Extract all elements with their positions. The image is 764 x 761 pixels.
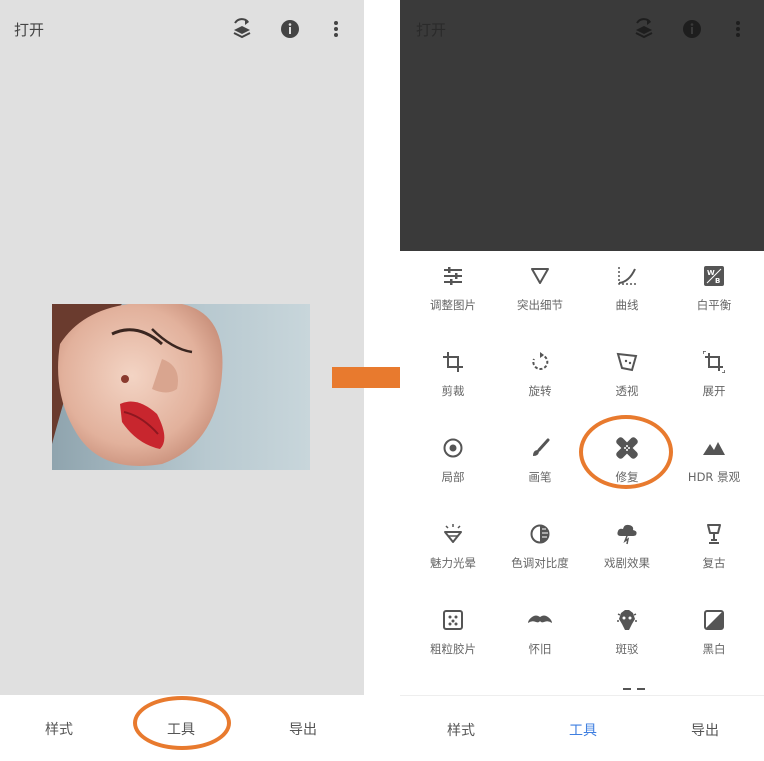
tool-white-balance[interactable]: WB 白平衡 <box>669 251 759 337</box>
info-icon[interactable] <box>277 16 303 42</box>
open-button[interactable]: 打开 <box>14 19 44 40</box>
grainy-film-icon <box>440 607 466 633</box>
tool-tonal-contrast[interactable]: 色调对比度 <box>495 509 585 595</box>
tool-label: 局部 <box>441 470 465 484</box>
tool-drama[interactable]: 戏剧效果 <box>582 509 672 595</box>
info-icon[interactable] <box>679 16 705 42</box>
tool-hdr-scape[interactable]: HDR 景观 <box>669 423 759 509</box>
tool-black-white[interactable]: 黑白 <box>669 595 759 681</box>
tool-grainy-film[interactable]: 粗粒胶片 <box>408 595 498 681</box>
tool-label: 展开 <box>702 384 726 398</box>
tool-label: 色调对比度 <box>511 556 569 570</box>
left-screen: 打开 样式 工具 导出 <box>0 0 364 760</box>
grunge-icon <box>614 607 640 633</box>
hdr-icon <box>701 435 727 461</box>
tool-curves[interactable]: 曲线 <box>582 251 672 337</box>
tool-label: 黑白 <box>702 642 726 656</box>
crop-icon <box>440 349 466 375</box>
tools-grid: 调整图片 突出细节 曲线 WB 白平衡 剪裁 旋转 透视 展开 局部 画笔 修复… <box>408 251 756 695</box>
svg-text:B: B <box>715 277 720 285</box>
retrolux-icon <box>527 607 553 633</box>
tool-selective[interactable]: 局部 <box>408 423 498 509</box>
curves-icon <box>614 263 640 289</box>
expand-icon <box>701 349 727 375</box>
tool-label: 复古 <box>702 556 726 570</box>
glamour-glow-icon <box>440 521 466 547</box>
layers-sync-icon[interactable] <box>229 16 255 42</box>
tool-label: 突出细节 <box>517 298 563 312</box>
right-screen: 打开 调整图片 突出细节 曲线 WB 白平衡 剪裁 旋转 透视 展开 局部 画笔… <box>400 0 764 761</box>
vintage-icon <box>701 521 727 547</box>
tool-retrolux[interactable]: 怀旧 <box>495 595 585 681</box>
tool-expand[interactable]: 展开 <box>669 337 759 423</box>
photo-preview[interactable] <box>52 304 310 470</box>
top-bar: 打开 <box>0 0 364 60</box>
tool-brush[interactable]: 画笔 <box>495 423 585 509</box>
tool-label: 剪裁 <box>441 384 465 398</box>
tool-label: 白平衡 <box>696 298 732 312</box>
bottom-nav: 样式 工具 导出 <box>400 695 764 761</box>
more-vert-icon[interactable] <box>725 16 751 42</box>
brush-icon <box>527 435 553 461</box>
selective-icon <box>440 435 466 461</box>
tab-styles[interactable]: 样式 <box>421 720 501 740</box>
white-balance-icon: WB <box>701 263 727 289</box>
tonal-contrast-icon <box>527 521 553 547</box>
tool-details[interactable]: 突出细节 <box>495 251 585 337</box>
tool-label: 粗粒胶片 <box>430 642 476 656</box>
highlight-ring-healing <box>579 415 673 489</box>
tool-tune-image[interactable]: 调整图片 <box>408 251 498 337</box>
layers-sync-icon[interactable] <box>631 16 657 42</box>
perspective-icon <box>614 349 640 375</box>
tool-label: 怀旧 <box>528 642 552 656</box>
tab-tools[interactable]: 工具 <box>543 720 623 740</box>
tab-export[interactable]: 导出 <box>665 720 745 740</box>
scroll-peek-mark <box>623 688 631 690</box>
tool-label: HDR 景观 <box>687 470 741 484</box>
tab-export[interactable]: 导出 <box>263 719 343 739</box>
tool-label: 斑驳 <box>615 642 639 656</box>
tool-label: 曲线 <box>615 298 639 312</box>
tool-vintage[interactable]: 复古 <box>669 509 759 595</box>
rotate-icon <box>527 349 553 375</box>
tool-label: 旋转 <box>528 384 552 398</box>
highlight-ring-tools-tab <box>133 696 231 750</box>
drama-icon <box>614 521 640 547</box>
tool-label: 魅力光晕 <box>430 556 476 570</box>
tool-label: 画笔 <box>528 470 552 484</box>
image-area-dimmed <box>400 0 764 251</box>
tool-crop[interactable]: 剪裁 <box>408 337 498 423</box>
tool-perspective[interactable]: 透视 <box>582 337 672 423</box>
tool-label: 透视 <box>615 384 639 398</box>
tool-label: 调整图片 <box>430 298 476 312</box>
black-white-icon <box>701 607 727 633</box>
tool-rotate[interactable]: 旋转 <box>495 337 585 423</box>
tune-icon <box>440 263 466 289</box>
tool-grunge[interactable]: 斑驳 <box>582 595 672 681</box>
tool-label: 戏剧效果 <box>604 556 650 570</box>
scroll-peek-mark <box>637 688 645 690</box>
tool-glamour-glow[interactable]: 魅力光晕 <box>408 509 498 595</box>
more-vert-icon[interactable] <box>323 16 349 42</box>
tab-styles[interactable]: 样式 <box>19 719 99 739</box>
details-icon <box>527 263 553 289</box>
open-button[interactable]: 打开 <box>416 19 446 40</box>
